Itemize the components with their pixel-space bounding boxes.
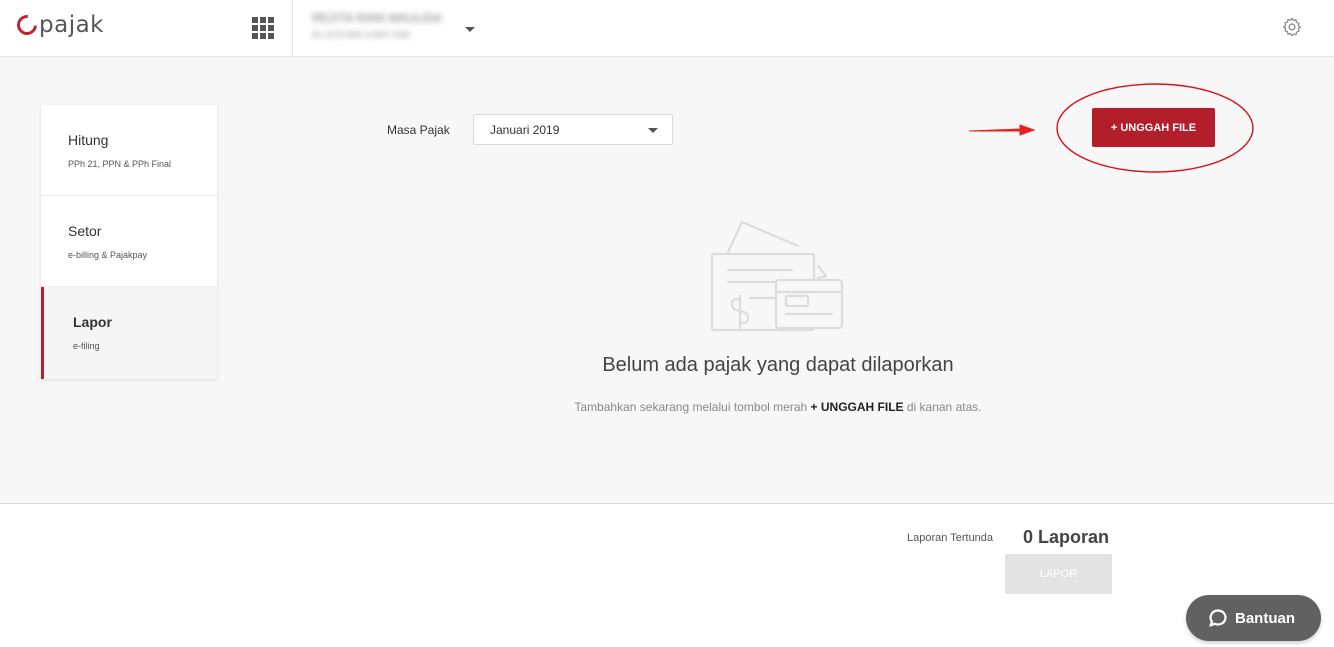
top-bar: pajak REZITA RANI MAULIDA 81.979.908.4-8… bbox=[0, 0, 1334, 57]
header-divider bbox=[292, 0, 293, 57]
masa-pajak-value: Januari 2019 bbox=[490, 123, 560, 137]
empty-receipt-card-icon bbox=[710, 220, 844, 332]
account-npwp: 81.979.908.4-807.000 bbox=[312, 30, 410, 41]
pajak-logo[interactable]: pajak bbox=[12, 10, 104, 40]
apps-grid-icon[interactable] bbox=[252, 17, 274, 39]
account-switcher[interactable]: REZITA RANI MAULIDA 81.979.908.4-807.000 bbox=[312, 10, 482, 46]
sidebar-item-title: Hitung bbox=[68, 132, 109, 148]
empty-state-subtitle-prefix: Tambahkan sekarang melalui tombol merah bbox=[574, 400, 811, 414]
chat-bubble-icon bbox=[1209, 609, 1227, 627]
sidebar-item-title: Setor bbox=[68, 223, 102, 239]
empty-state-subtitle: Tambahkan sekarang melalui tombol merah … bbox=[0, 400, 1334, 414]
footer-panel bbox=[0, 503, 1334, 647]
logo-text: pajak bbox=[39, 12, 104, 38]
masa-pajak-label: Masa Pajak bbox=[387, 123, 450, 137]
pending-reports-count: 0 Laporan bbox=[1023, 527, 1110, 547]
help-button-label: Bantuan bbox=[1235, 609, 1295, 627]
logo-mark-icon bbox=[12, 10, 42, 40]
sidebar-item-subtitle: e-filing bbox=[73, 341, 100, 351]
masa-pajak-select[interactable]: Januari 2019 bbox=[473, 114, 673, 145]
sidebar-item-setor[interactable]: Setor e-billing & Pajakpay bbox=[41, 196, 217, 287]
sidebar-item-subtitle: e-billing & Pajakpay bbox=[68, 250, 148, 260]
empty-state-subtitle-strong: + UNGGAH FILE bbox=[810, 400, 904, 414]
sidebar-item-title: Lapor bbox=[73, 314, 112, 330]
pending-reports-label: Laporan Tertunda bbox=[907, 532, 994, 544]
empty-state-title: Belum ada pajak yang dapat dilaporkan bbox=[602, 354, 954, 376]
chevron-down-icon bbox=[465, 27, 475, 32]
sidebar-item-hitung[interactable]: Hitung PPh 21, PPN & PPh Final bbox=[41, 105, 217, 196]
upload-file-button[interactable]: + UNGGAH FILE bbox=[1092, 108, 1215, 147]
sidebar-item-subtitle: PPh 21, PPN & PPh Final bbox=[68, 159, 172, 169]
help-button[interactable]: Bantuan bbox=[1186, 595, 1321, 641]
sidebar-nav: Hitung PPh 21, PPN & PPh Final Setor e-b… bbox=[41, 105, 217, 379]
gear-icon[interactable] bbox=[1281, 16, 1303, 38]
annotation-arrow-icon bbox=[968, 124, 1036, 136]
lapor-button[interactable]: LAPOR bbox=[1005, 554, 1112, 594]
account-name: REZITA RANI MAULIDA bbox=[312, 11, 442, 25]
chevron-down-icon bbox=[648, 128, 658, 133]
empty-state-subtitle-suffix: di kanan atas. bbox=[903, 400, 982, 414]
